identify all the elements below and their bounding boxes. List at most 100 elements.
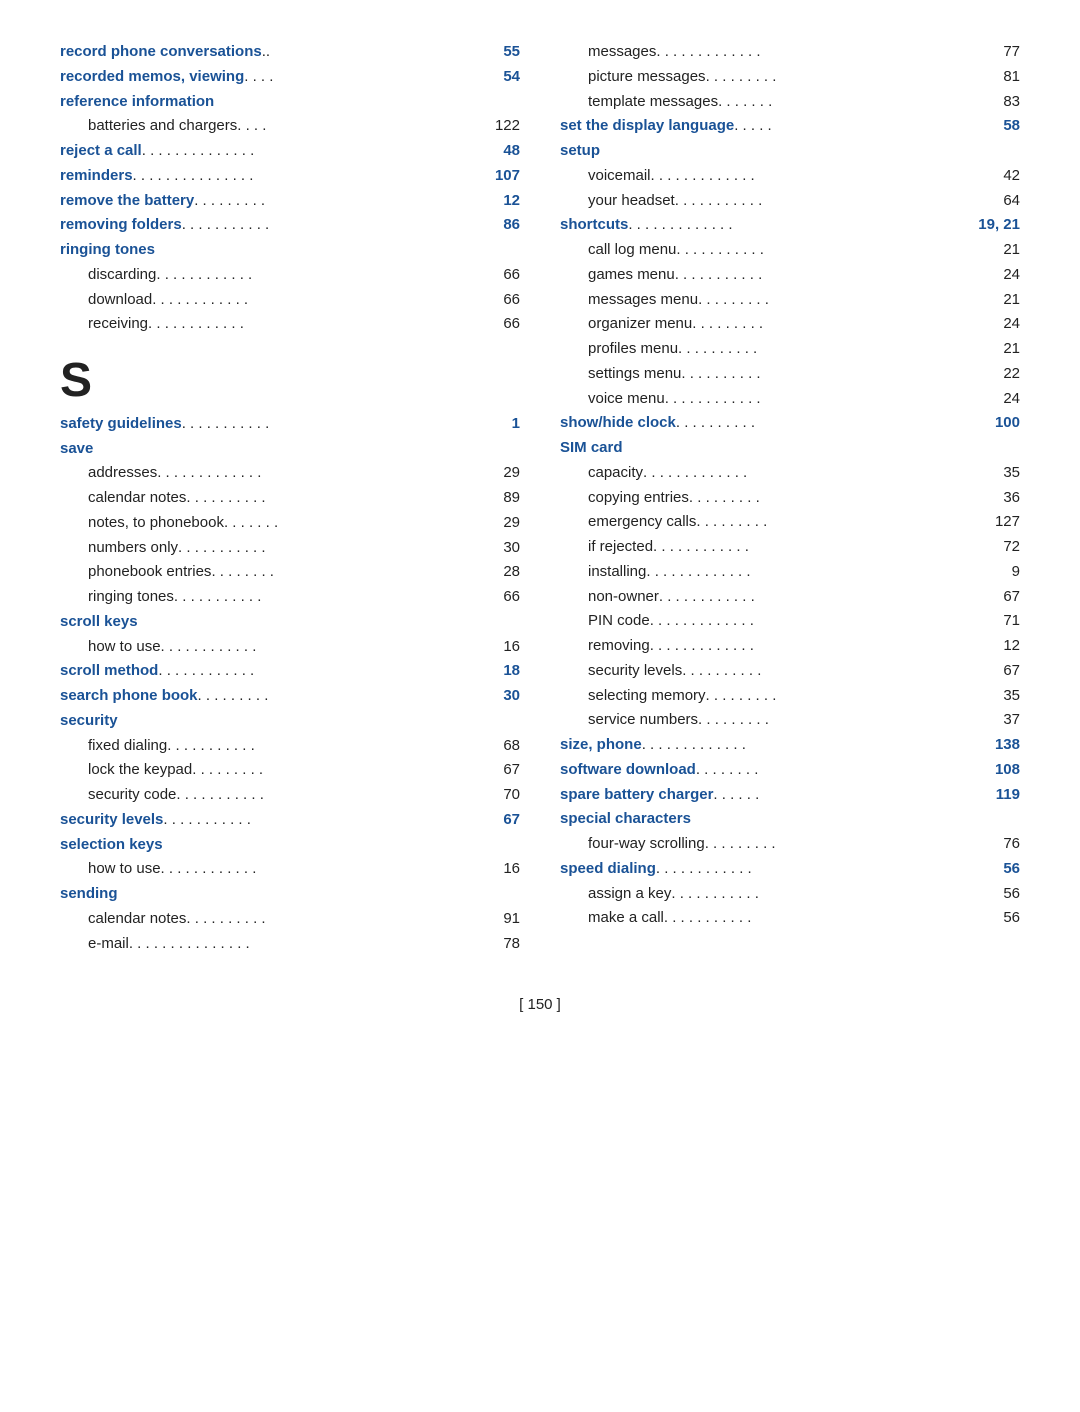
entry-page: 24 xyxy=(980,263,1020,288)
entry-page: 56 xyxy=(980,857,1020,882)
entry-page: 100 xyxy=(980,411,1020,436)
entry-page: 64 xyxy=(980,189,1020,214)
index-entry: batteries and chargers . . . .122 xyxy=(60,114,520,139)
index-entry: selection keys xyxy=(60,833,520,858)
index-entry: make a call . . . . . . . . . . .56 xyxy=(560,906,1020,931)
section-letter: S xyxy=(60,355,520,408)
entry-page: 67 xyxy=(480,808,520,833)
index-entry: four-way scrolling . . . . . . . . .76 xyxy=(560,832,1020,857)
entry-dots: . . . . . . . . . xyxy=(696,510,980,535)
entry-dots: . . . . . . . . . . xyxy=(186,486,480,511)
entry-page: 19, 21 xyxy=(978,213,1020,238)
entry-label: spare battery charger xyxy=(560,783,713,808)
entry-dots: . . . . . . . . . . . . . xyxy=(646,560,980,585)
index-entry: reminders . . . . . . . . . . . . . . .1… xyxy=(60,164,520,189)
entry-dots: . . . . . . . . . . . xyxy=(675,189,980,214)
index-entry: remove the battery . . . . . . . . .12 xyxy=(60,189,520,214)
entry-dots: . . . . . . . . . . . . . . . xyxy=(129,932,480,957)
index-entry: capacity . . . . . . . . . . . . .35 xyxy=(560,461,1020,486)
entry-label: ringing tones xyxy=(60,238,155,263)
entry-page: 29 xyxy=(480,511,520,536)
entry-dots: . . . . . . . . xyxy=(696,758,980,783)
entry-page: 1 xyxy=(480,412,520,437)
entry-label: ringing tones xyxy=(88,585,174,610)
entry-label: remove the battery xyxy=(60,189,194,214)
entry-dots: .. xyxy=(262,40,480,65)
index-entry: calendar notes . . . . . . . . . .91 xyxy=(60,907,520,932)
index-entry: scroll keys xyxy=(60,610,520,635)
entry-page xyxy=(480,882,520,907)
index-entry: removing folders . . . . . . . . . . .86 xyxy=(60,213,520,238)
entry-dots: . . . . xyxy=(244,65,480,90)
index-entry: voice menu . . . . . . . . . . . .24 xyxy=(560,387,1020,412)
entry-page: 127 xyxy=(980,510,1020,535)
entry-label: organizer menu xyxy=(588,312,692,337)
entry-page xyxy=(480,610,520,635)
index-entry: notes, to phonebook . . . . . . .29 xyxy=(60,511,520,536)
entry-dots xyxy=(155,238,480,263)
entry-label: SIM card xyxy=(560,436,623,461)
entry-dots: . . . . . . . . . xyxy=(198,684,480,709)
entry-dots: . . . . . . . . . . . xyxy=(167,734,480,759)
entry-label: special characters xyxy=(560,807,691,832)
entry-dots: . . . . . . . . . . . xyxy=(182,213,480,238)
index-entry: installing . . . . . . . . . . . . .9 xyxy=(560,560,1020,585)
entry-label: calendar notes xyxy=(88,907,186,932)
entry-page: 70 xyxy=(480,783,520,808)
entry-label: search phone book xyxy=(60,684,198,709)
entry-label: if rejected xyxy=(588,535,653,560)
entry-page: 48 xyxy=(480,139,520,164)
entry-page: 9 xyxy=(980,560,1020,585)
index-entry: setup xyxy=(560,139,1020,164)
index-entry: download . . . . . . . . . . . .66 xyxy=(60,288,520,313)
entry-label: make a call xyxy=(588,906,664,931)
index-entry: messages menu . . . . . . . . .21 xyxy=(560,288,1020,313)
entry-label: assign a key xyxy=(588,882,671,907)
entry-label: template messages xyxy=(588,90,718,115)
page-number: [ 150 ] xyxy=(519,996,561,1013)
entry-dots: . . . . . . . xyxy=(224,511,480,536)
entry-dots: . . . . . . . . . . . . . xyxy=(643,461,980,486)
index-entry: reject a call . . . . . . . . . . . . . … xyxy=(60,139,520,164)
entry-dots: . . . . . . . . . . . . . xyxy=(157,461,480,486)
entry-label: phonebook entries xyxy=(88,560,211,585)
entry-dots: . . . . . xyxy=(734,114,980,139)
entry-dots: . . . . . . . . . . . . xyxy=(656,857,980,882)
entry-page: 122 xyxy=(480,114,520,139)
index-entry: sending xyxy=(60,882,520,907)
entry-label: security xyxy=(60,709,118,734)
entry-label: your headset xyxy=(588,189,675,214)
index-entry: security levels . . . . . . . . . . .67 xyxy=(60,808,520,833)
index-entry: security code . . . . . . . . . . .70 xyxy=(60,783,520,808)
entry-dots: . . . . . . . . . xyxy=(706,65,980,90)
entry-page: 107 xyxy=(480,164,520,189)
entry-page: 29 xyxy=(480,461,520,486)
entry-label: shortcuts xyxy=(560,213,628,238)
entry-dots: . . . . . . . . . xyxy=(194,189,480,214)
entry-page: 35 xyxy=(980,684,1020,709)
entry-label: size, phone xyxy=(560,733,642,758)
entry-label: profiles menu xyxy=(588,337,678,362)
entry-page: 24 xyxy=(980,387,1020,412)
entry-page: 66 xyxy=(480,263,520,288)
entry-page: 89 xyxy=(480,486,520,511)
index-entry: spare battery charger . . . . . .119 xyxy=(560,783,1020,808)
index-entry: show/hide clock . . . . . . . . . .100 xyxy=(560,411,1020,436)
index-entry: set the display language . . . . .58 xyxy=(560,114,1020,139)
entry-dots: . . . . . . . . . . . . xyxy=(148,312,480,337)
entry-page: 21 xyxy=(980,288,1020,313)
entry-page: 37 xyxy=(980,708,1020,733)
entry-label: emergency calls xyxy=(588,510,696,535)
index-entry: discarding . . . . . . . . . . . .66 xyxy=(60,263,520,288)
entry-dots: . . . . . . . . . xyxy=(698,708,980,733)
index-entry: speed dialing . . . . . . . . . . . .56 xyxy=(560,857,1020,882)
entry-dots: . . . . . . . . . xyxy=(692,312,980,337)
entry-dots: . . . . . . . . . xyxy=(192,758,480,783)
index-entry: SIM card xyxy=(560,436,1020,461)
entry-label: safety guidelines xyxy=(60,412,182,437)
entry-page: 35 xyxy=(980,461,1020,486)
index-entry: assign a key . . . . . . . . . . .56 xyxy=(560,882,1020,907)
entry-label: selection keys xyxy=(60,833,163,858)
entry-dots: . . . . . . . . . . . xyxy=(182,412,480,437)
entry-page: 21 xyxy=(980,337,1020,362)
